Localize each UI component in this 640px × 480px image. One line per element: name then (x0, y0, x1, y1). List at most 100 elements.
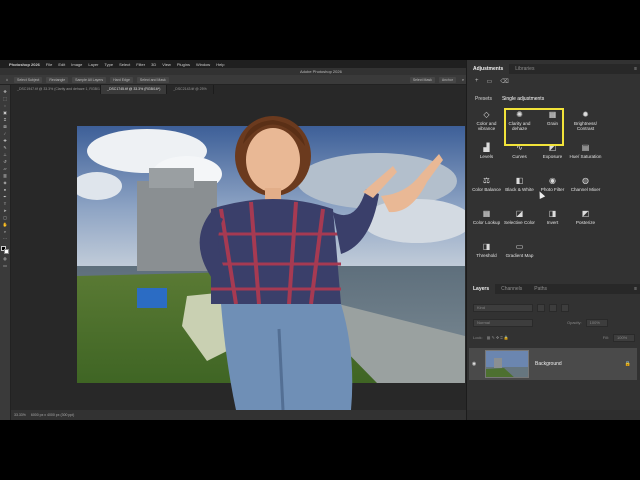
zoom-tool-icon[interactable]: ⌕ (2, 229, 8, 234)
filter-adjust-icon[interactable] (549, 303, 557, 312)
adjustment-threshold[interactable]: ◨ Threshold (471, 242, 502, 275)
filter-type-icon[interactable] (561, 303, 569, 312)
layers-footer (467, 410, 640, 420)
lock-row: Lock: ▦ ✎ ✥ ⌗ 🔒 Fill: 100% (473, 333, 635, 342)
adjustment-selective-color[interactable]: ◪ Selective Color (504, 209, 535, 242)
adjustment-color-balance[interactable]: ⚖ Color Balance (471, 176, 502, 209)
option-anchor[interactable]: Anchor (438, 76, 456, 83)
trash-icon[interactable]: ⌫ (500, 78, 508, 85)
layer-background[interactable]: ◉ Background 🔒 (469, 348, 637, 380)
hand-tool-icon[interactable]: ✋ (2, 222, 8, 227)
object-select-tool-icon[interactable]: ▣ (2, 110, 8, 115)
home-icon[interactable]: ⌂ (4, 77, 10, 82)
add-icon[interactable]: + (475, 78, 479, 85)
fill-field[interactable]: 100% (613, 333, 635, 342)
move-tool-icon[interactable]: ✥ (2, 89, 8, 94)
adjustment-label: Curves (512, 154, 527, 159)
option-sample-all-layers[interactable]: Sample All Layers (72, 76, 107, 83)
layers-menu-icon[interactable]: ≡ (634, 286, 640, 292)
canvas-area[interactable] (11, 94, 466, 410)
path-select-icon[interactable]: ➤ (2, 208, 8, 213)
marquee-tool-icon[interactable]: ⬚ (2, 96, 8, 101)
panel-menu-icon[interactable]: ≡ (634, 66, 640, 72)
color-swatches[interactable] (1, 246, 9, 254)
quick-mask-icon[interactable]: ◍ (2, 256, 8, 261)
menu-type[interactable]: Type (104, 62, 113, 67)
menu-edit[interactable]: Edit (58, 62, 65, 67)
pen-tool-icon[interactable]: ✒ (2, 194, 8, 199)
adjustment-black-white[interactable]: ◧ Black & White (504, 176, 535, 209)
option-hard-edge[interactable]: Hard Edge (110, 76, 133, 83)
adjustment-hue-saturation[interactable]: ▤ Hue/ Saturation (570, 143, 602, 176)
menu-select[interactable]: Select (119, 62, 130, 67)
more-tools-icon[interactable]: ⋯ (2, 236, 8, 241)
posterize-icon: ◩ (581, 209, 590, 218)
section-single-adjustments[interactable]: Single adjustments (502, 96, 544, 102)
screen-mode-icon[interactable]: ▭ (2, 263, 8, 268)
title-bar: Adobe Photoshop 2026 (0, 68, 466, 75)
option-select-subject[interactable]: Select Subject (14, 76, 43, 83)
frame-tool-icon[interactable]: ⊠ (2, 124, 8, 129)
stamp-tool-icon[interactable]: ⊥ (2, 152, 8, 157)
menu-file[interactable]: File (46, 62, 52, 67)
doc-tab[interactable]: _DSC1947.tif @ 33.3% (Clarity and dehaze… (11, 85, 101, 94)
eyedropper-tool-icon[interactable]: ⁄ (2, 131, 8, 136)
history-brush-icon[interactable]: ↺ (2, 159, 8, 164)
menu-3d[interactable]: 3D (151, 62, 156, 67)
adjustment-channel-mixer[interactable]: ◍ Channel Mixer (570, 176, 601, 209)
adjustment-invert[interactable]: ◨ Invert (537, 209, 568, 242)
tab-adjustments[interactable]: Adjustments (467, 64, 510, 74)
adjustment-color-vibrance[interactable]: ◇ Color and vibrance (471, 110, 502, 143)
blur-tool-icon[interactable]: ◈ (2, 180, 8, 185)
option-select-mask[interactable]: Select Mask (409, 76, 435, 83)
eraser-tool-icon[interactable]: ▱ (2, 166, 8, 171)
doc-tab-active[interactable]: _DSC1745.tif @ 33.3% (RGB/16*) (101, 85, 168, 94)
doc-tab[interactable]: _DSC2143.tif @ 25% (167, 85, 214, 94)
adjustment-label: Levels (479, 154, 494, 159)
healing-tool-icon[interactable]: ✚ (2, 138, 8, 143)
visibility-eye-icon[interactable]: ◉ (469, 361, 479, 367)
tab-channels[interactable]: Channels (495, 284, 528, 294)
shape-tool-icon[interactable]: ▢ (2, 215, 8, 220)
gradient-map-icon: ▭ (515, 242, 524, 251)
menu-help[interactable]: Help (216, 62, 224, 67)
background-color[interactable] (4, 249, 9, 254)
option-rectangle[interactable]: Rectangle (46, 76, 69, 83)
adjustment-label: Black & White (505, 187, 534, 192)
menu-window[interactable]: Window (196, 62, 210, 67)
adjustment-color-lookup[interactable]: ▦ Color Lookup (471, 209, 502, 242)
crop-tool-icon[interactable]: ⌗ (2, 117, 8, 122)
zoom-level[interactable]: 33.33% (14, 413, 26, 417)
menu-layer[interactable]: Layer (88, 62, 98, 67)
adjustment-levels[interactable]: ▟ Levels (471, 143, 502, 176)
menu-image[interactable]: Image (71, 62, 82, 67)
tab-libraries[interactable]: Libraries (509, 64, 540, 74)
tab-layers[interactable]: Layers (467, 284, 496, 294)
adjustment-exposure[interactable]: ◩ Exposure (537, 143, 568, 176)
adjustment-brightness-contrast[interactable]: ✹ Brightness/ Contrast (570, 110, 601, 143)
opacity-field[interactable]: 100% (585, 318, 608, 327)
folder-icon[interactable]: ▭ (487, 78, 493, 85)
adjustment-label: Color and vibrance (476, 121, 497, 132)
adjustment-curves[interactable]: ∿ Curves (504, 143, 535, 176)
gradient-tool-icon[interactable]: ▥ (2, 173, 8, 178)
tab-paths[interactable]: Paths (528, 284, 553, 294)
lock-icons[interactable]: ▦ ✎ ✥ ⌗ 🔒 (487, 335, 509, 340)
blend-mode-select[interactable]: Normal (473, 318, 533, 327)
menu-filter[interactable]: Filter (136, 62, 145, 67)
menu-view[interactable]: View (162, 62, 171, 67)
brush-tool-icon[interactable]: ✎ (2, 145, 8, 150)
option-select-and-mask[interactable]: Select and Mask (136, 76, 169, 83)
dodge-tool-icon[interactable]: ● (2, 187, 8, 192)
section-presets[interactable]: Presets (475, 96, 492, 102)
menu-plugins[interactable]: Plugins (177, 62, 190, 67)
lasso-tool-icon[interactable]: ◌ (2, 103, 8, 108)
type-tool-icon[interactable]: T (2, 201, 8, 206)
adjustment-posterize[interactable]: ◩ Posterize (570, 209, 601, 242)
filter-pixel-icon[interactable] (537, 303, 545, 312)
color-lookup-icon: ▦ (482, 209, 491, 218)
kind-filter[interactable]: Kind (473, 303, 533, 312)
app-menu[interactable]: Photoshop 2026 (9, 62, 40, 67)
adjustment-gradient-map[interactable]: ▭ Gradient Map (504, 242, 535, 275)
document-size: 6000 px x 4000 px (300 ppi) (30, 413, 75, 417)
